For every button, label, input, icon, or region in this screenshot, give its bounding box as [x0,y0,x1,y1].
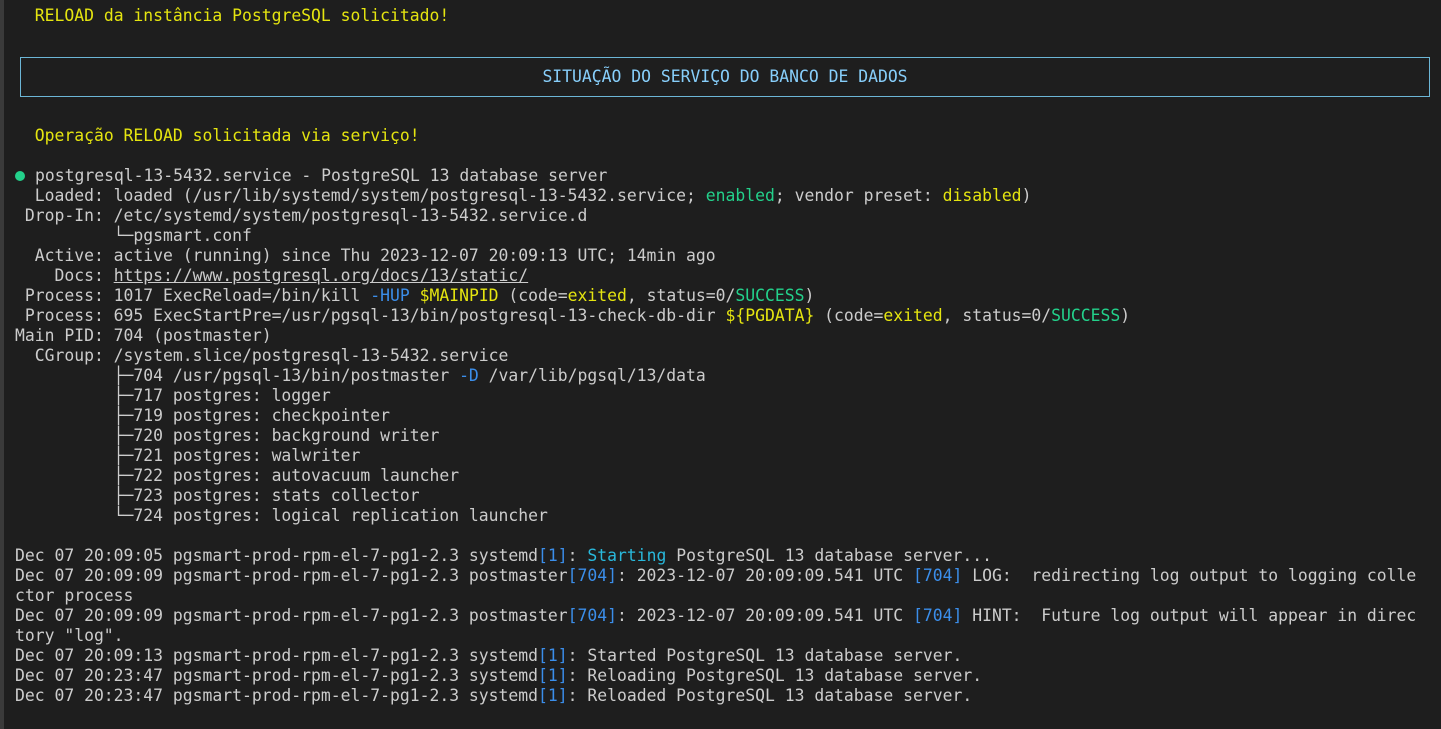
loaded-line: Loaded: loaded (/usr/lib/systemd/system/… [15,186,1032,206]
process2-var: ${PGDATA} [725,306,815,325]
process1-var: $MAINPID [419,286,499,305]
log-prefix: Dec 07 20:09:09 pgsmart-prod-rpm-el-7-pg… [15,606,568,625]
active-status-dot-icon [15,171,25,181]
loaded-prefix: Loaded: loaded (/usr/lib/systemd/system/… [15,186,706,205]
process-reload-line: Process: 1017 ExecReload=/bin/kill -HUP … [15,286,815,306]
process-startpre-line: Process: 695 ExecStartPre=/usr/pgsql-13/… [15,306,1130,326]
process-tree-item: ├─719 postgres: checkpointer [15,406,390,425]
process2-success: SUCCESS [1051,306,1121,325]
log-prefix: Dec 07 20:09:13 pgsmart-prod-rpm-el-7-pg… [15,646,539,665]
process2-end: ) [1120,306,1131,325]
log-pid: [1] [538,546,568,565]
operation-message: Operação RELOAD solicitada via serviço! [15,126,420,146]
reload-message: RELOAD da instância PostgreSQL solicitad… [15,6,449,26]
process1-prefix: Process: 1017 ExecReload=/bin/kill [15,286,371,305]
unit-description: postgresql-13-5432.service - PostgreSQL … [35,166,608,185]
log-prefix: Dec 07 20:09:05 pgsmart-prod-rpm-el-7-pg… [15,546,539,565]
reload-message-text: RELOAD da instância PostgreSQL solicitad… [34,6,450,25]
mainpid-line: Main PID: 704 (postmaster) [15,326,272,345]
process1-status: , status=0/ [626,286,736,305]
log-line: Dec 07 20:09:05 pgsmart-prod-rpm-el-7-pg… [15,546,992,566]
tree0-flag: -D [459,366,479,385]
log-pid: [704] [913,566,963,585]
log-rest: PostgreSQL 13 database server... [666,546,992,565]
process2-prefix: Process: 695 ExecStartPre=/usr/pgsql-13/… [15,306,726,325]
process-tree-item: ├─722 postgres: autovacuum launcher [15,466,460,485]
docs-link[interactable]: https://www.postgresql.org/docs/13/stati… [114,266,528,285]
log-line: Dec 07 20:09:13 pgsmart-prod-rpm-el-7-pg… [15,646,962,666]
log-mid: : 2023-12-07 20:09:09.541 UTC [616,566,913,585]
tree0-suffix: /var/lib/pgsql/13/data [478,366,706,385]
process2-status: , status=0/ [942,306,1052,325]
enabled-state: enabled [705,186,775,205]
loaded-mid: ; vendor preset: [774,186,943,205]
operation-message-text: Operação RELOAD solicitada via serviço! [34,126,420,145]
log-starting: Starting [587,546,667,565]
loaded-suffix: ) [1021,186,1032,205]
log-rest: : Started PostgreSQL 13 database server. [567,646,963,665]
process1-code: (code= [498,286,568,305]
log-colon: : [567,546,588,565]
log-pid: [704] [567,606,617,625]
process-tree-item: ├─723 postgres: stats collector [15,486,420,505]
tree0-prefix: ├─704 /usr/pgsql-13/bin/postmaster [15,366,460,385]
log-prefix: Dec 07 20:23:47 pgsmart-prod-rpm-el-7-pg… [15,666,539,685]
process1-success: SUCCESS [735,286,805,305]
unit-line: postgresql-13-5432.service - PostgreSQL … [15,166,607,186]
terminal-window[interactable]: RELOAD da instância PostgreSQL solicitad… [0,0,1441,729]
log-line: Dec 07 20:09:09 pgsmart-prod-rpm-el-7-pg… [15,606,1416,626]
log-prefix: Dec 07 20:23:47 pgsmart-prod-rpm-el-7-pg… [15,686,539,705]
process-tree-item: ├─717 postgres: logger [15,386,331,405]
log-line: Dec 07 20:23:47 pgsmart-prod-rpm-el-7-pg… [15,686,972,706]
log-pid: [1] [538,686,568,705]
log-prefix: Dec 07 20:09:09 pgsmart-prod-rpm-el-7-pg… [15,566,568,585]
status-banner: SITUAÇÃO DO SERVIÇO DO BANCO DE DADOS [20,57,1430,97]
log-line: Dec 07 20:09:09 pgsmart-prod-rpm-el-7-pg… [15,566,1416,586]
process1-flag: -HUP [370,286,410,305]
process-tree-item: ├─720 postgres: background writer [15,426,440,445]
log-line-wrap: tory "log". [15,626,124,645]
log-rest: LOG: redirecting log output to logging c… [962,566,1417,585]
log-rest: HINT: Future log output will appear in d… [962,606,1417,625]
docs-line: Docs: https://www.postgresql.org/docs/13… [15,266,528,286]
docs-prefix: Docs: [15,266,114,285]
process-tree-item: ├─721 postgres: walwriter [15,446,361,465]
log-line-wrap: ctor process [15,586,134,605]
log-rest: : Reloading PostgreSQL 13 database serve… [567,666,983,685]
process1-end: ) [804,286,815,305]
log-mid: : 2023-12-07 20:09:09.541 UTC [616,606,913,625]
log-pid: [704] [567,566,617,585]
log-pid: [1] [538,666,568,685]
process2-code: (code= [814,306,884,325]
process-tree-item: └─724 postgres: logical replication laun… [15,506,548,525]
dropin-line: Drop-In: /etc/systemd/system/postgresql-… [15,206,588,225]
process1-exited: exited [567,286,627,305]
vendor-preset-state: disabled [942,186,1022,205]
log-pid: [704] [913,606,963,625]
process-tree-postmaster: ├─704 /usr/pgsql-13/bin/postmaster -D /v… [15,366,706,386]
cgroup-line: CGroup: /system.slice/postgresql-13-5432… [15,346,509,365]
log-pid: [1] [538,646,568,665]
active-line: Active: active (running) since Thu 2023-… [15,246,716,265]
process2-exited: exited [883,306,943,325]
status-banner-text: SITUAÇÃO DO SERVIÇO DO BANCO DE DADOS [542,67,908,86]
log-line: Dec 07 20:23:47 pgsmart-prod-rpm-el-7-pg… [15,666,982,686]
process1-space [410,286,420,305]
dropin-file-line: └─pgsmart.conf [15,226,252,245]
log-rest: : Reloaded PostgreSQL 13 database server… [567,686,973,705]
